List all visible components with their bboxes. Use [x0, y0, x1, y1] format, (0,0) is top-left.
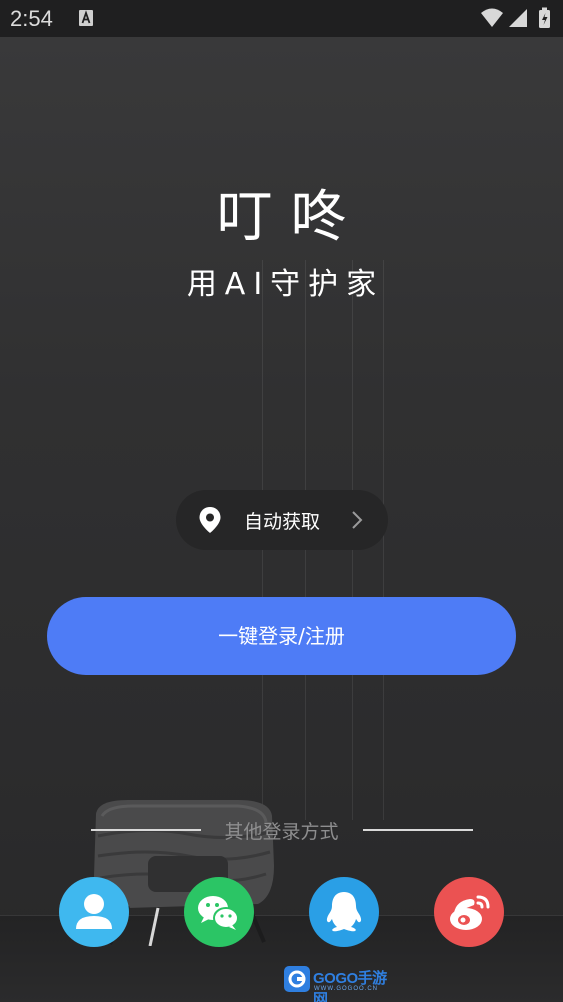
weibo-login-button[interactable] [434, 877, 504, 947]
watermark-text: GOGO手游网 [313, 970, 387, 1002]
watermark: GOGO手游网 WWW.GOGOO.CN [284, 964, 394, 1002]
divider-right [363, 829, 473, 831]
user-icon [59, 877, 129, 947]
qq-login-button[interactable] [309, 877, 379, 947]
battery-icon [539, 7, 550, 28]
status-time: 2:54 [10, 6, 53, 31]
location-label: 自动获取 [244, 511, 321, 533]
watermark-subtext: WWW.GOGOO.CN [314, 986, 378, 992]
account-login-button[interactable] [59, 877, 129, 947]
system-icons [481, 7, 550, 28]
app-subtitle: 用AI守护家 [186, 267, 385, 302]
location-selector[interactable]: 自动获取 [176, 490, 388, 550]
qq-icon [309, 877, 379, 947]
other-login-label: 其他登录方式 [224, 821, 339, 843]
chevron-right-icon [352, 511, 363, 529]
weibo-icon [434, 877, 504, 947]
wifi-icon [481, 8, 503, 27]
location-pin-icon [199, 507, 221, 533]
app-title: 叮咚 [216, 185, 365, 250]
wechat-icon [184, 877, 254, 947]
one-click-login-button[interactable]: 一键登录/注册 [47, 597, 516, 675]
a-letter-icon [79, 10, 93, 26]
signal-icon [509, 9, 527, 27]
gogo-logo-icon [284, 966, 310, 992]
divider-left [91, 829, 201, 831]
wechat-login-button[interactable] [184, 877, 254, 947]
bg-line [383, 260, 384, 820]
status-bar: 2:54 [0, 0, 563, 37]
